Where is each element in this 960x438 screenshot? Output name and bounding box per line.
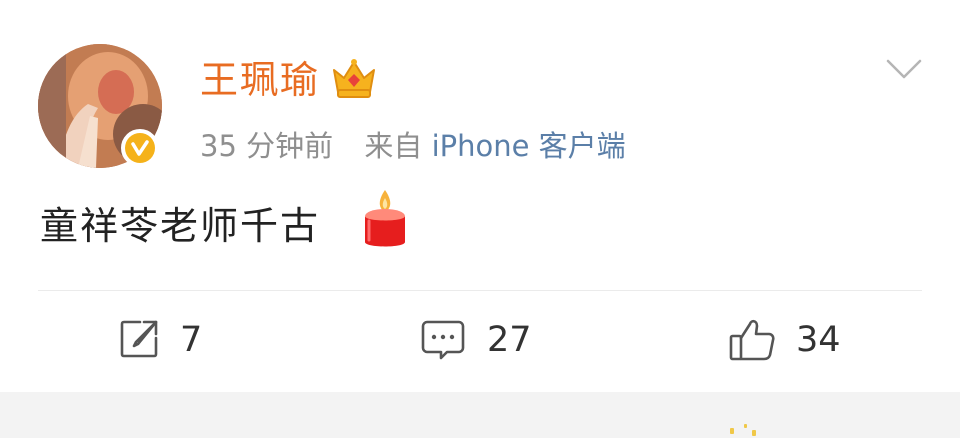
thumbs-up-icon: [729, 319, 775, 361]
sparkle-decoration: [744, 424, 747, 428]
divider: [38, 290, 922, 291]
verified-badge: [121, 129, 159, 167]
post-meta: 35 分钟前 来自 iPhone 客户端: [200, 124, 626, 168]
post-time: 35 分钟前: [200, 129, 334, 163]
like-count: 34: [796, 320, 841, 360]
repost-icon: [120, 320, 158, 358]
comment-icon: [421, 320, 465, 360]
comment-count: 27: [487, 320, 532, 360]
weibo-post-card: 王珮瑜 35 分钟前 来自 iPhone 客户端 童祥苓老师千古 7 27 34: [0, 0, 960, 392]
repost-count: 7: [180, 320, 203, 360]
username[interactable]: 王珮瑜: [200, 54, 320, 106]
chevron-down-icon[interactable]: [884, 55, 924, 81]
sparkle-decoration: [730, 428, 734, 434]
feed-gap: [0, 392, 960, 438]
source-prefix: 来自: [364, 129, 423, 163]
crown-icon[interactable]: [330, 56, 378, 102]
source-link[interactable]: iPhone 客户端: [432, 129, 626, 163]
post-content: 童祥苓老师千古: [40, 204, 321, 248]
candle-icon: [365, 190, 405, 247]
sparkle-decoration: [752, 430, 756, 436]
verified-badge-icon: [125, 133, 155, 163]
